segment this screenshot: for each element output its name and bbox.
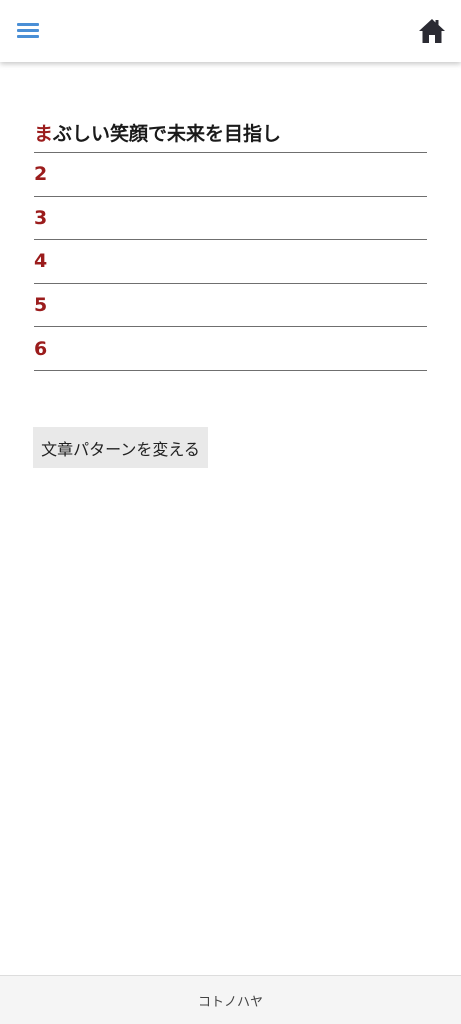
app-header	[0, 0, 461, 62]
list-item: 5	[34, 284, 427, 328]
sentence-list: まぶしい笑顔で未来を目指し 2 3 4 5 6	[34, 110, 427, 371]
line-initial: 4	[34, 250, 48, 273]
list-item: 2	[34, 153, 427, 197]
line-initial: 5	[34, 294, 48, 317]
menu-line	[17, 29, 39, 32]
list-item: 6	[34, 327, 427, 371]
line-initial: 3	[34, 206, 48, 229]
line-initial: 2	[34, 163, 48, 186]
list-item: 3	[34, 197, 427, 241]
line-text: ぶしい笑顔で未来を目指し	[53, 122, 282, 145]
line-initial: 6	[34, 337, 48, 360]
home-icon[interactable]	[418, 18, 446, 44]
footer-title: コトノハヤ	[197, 994, 263, 1010]
footer: コトノハヤ	[0, 975, 461, 1024]
list-item: まぶしい笑顔で未来を目指し	[34, 110, 427, 153]
menu-line	[17, 35, 39, 38]
hamburger-menu-icon[interactable]	[17, 21, 39, 39]
line-initial: ま	[34, 122, 54, 145]
menu-line	[17, 23, 39, 26]
change-pattern-button[interactable]: 文章パターンを変える	[33, 427, 208, 468]
list-item: 4	[34, 240, 427, 284]
